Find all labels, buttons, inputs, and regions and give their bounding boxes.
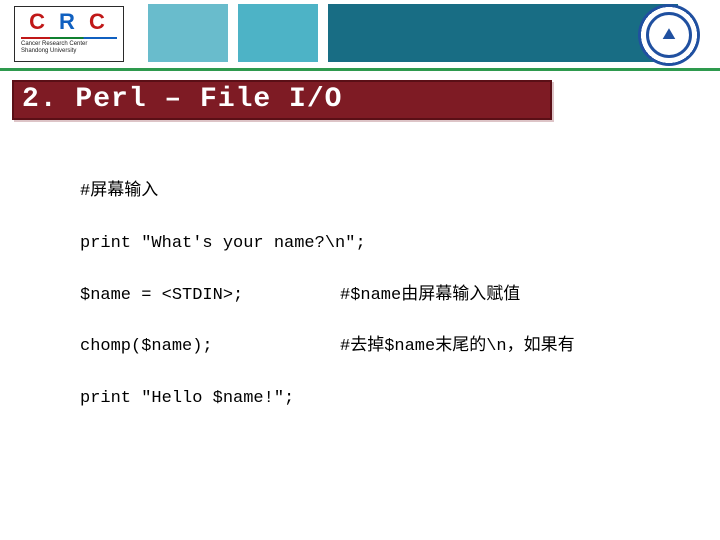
code-text: #屏幕输入 — [80, 180, 340, 204]
logo-letter-c2: C — [89, 9, 119, 34]
code-content: #屏幕输入 print "What's your name?\n"; $name… — [80, 180, 575, 439]
slide-title: 2. Perl – File I/O — [12, 80, 552, 120]
code-line: print "Hello $name!"; — [80, 387, 575, 411]
code-text: print "Hello $name!"; — [80, 387, 340, 411]
logo-letter-c: C — [29, 9, 59, 34]
logo-subtitle-2: Shandong University — [15, 48, 123, 55]
code-comment: #去掉$name末尾的\n，如果有 — [340, 335, 575, 359]
code-line: chomp($name); #去掉$name末尾的\n，如果有 — [80, 335, 575, 359]
university-seal-icon: ⛰ — [638, 4, 700, 66]
code-text: $name = <STDIN>; — [80, 284, 340, 308]
code-text: print "What's your name?\n"; — [80, 232, 366, 256]
logo-subtitle-1: Cancer Research Center — [15, 41, 123, 48]
code-line: #屏幕输入 — [80, 180, 575, 204]
code-text: chomp($name); — [80, 335, 340, 359]
block-light — [148, 4, 228, 62]
logo-divider — [21, 37, 117, 39]
code-line: print "What's your name?\n"; — [80, 232, 575, 256]
color-blocks — [148, 4, 720, 62]
slide-header: CRC Cancer Research Center Shandong Univ… — [0, 0, 720, 72]
header-underline — [0, 68, 720, 71]
code-comment: #$name由屏幕输入赋值 — [340, 284, 520, 308]
crc-logo: CRC Cancer Research Center Shandong Univ… — [14, 6, 124, 62]
block-dark — [328, 4, 678, 62]
code-line: $name = <STDIN>; #$name由屏幕输入赋值 — [80, 284, 575, 308]
seal-mountain-icon: ⛰ — [662, 27, 675, 43]
block-mid — [238, 4, 318, 62]
logo-letter-r: R — [59, 9, 89, 34]
